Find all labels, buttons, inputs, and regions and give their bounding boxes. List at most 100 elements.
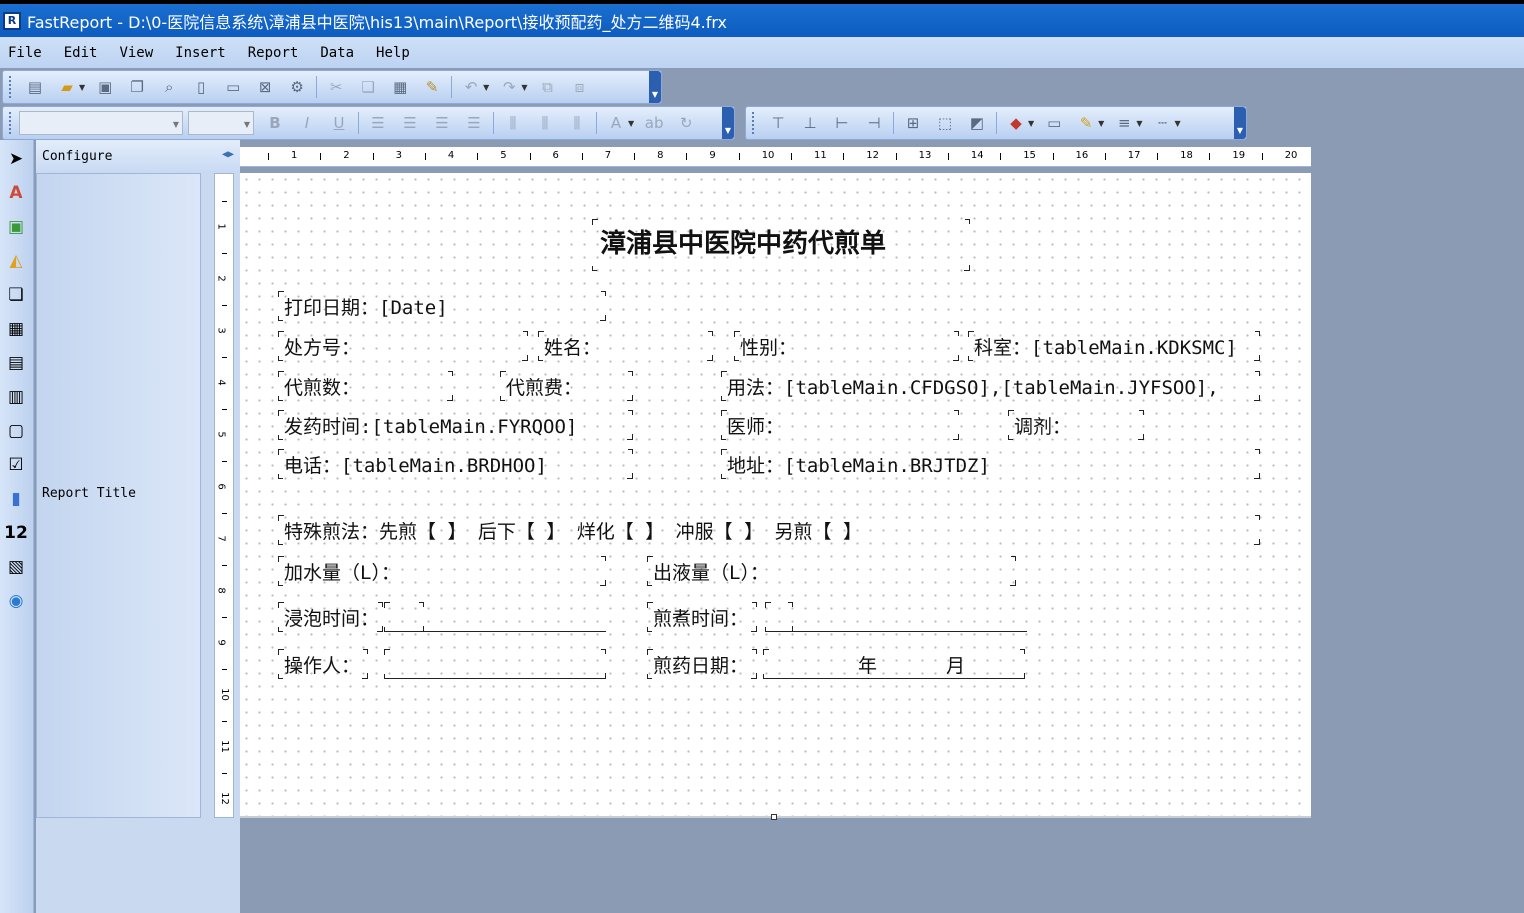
menu-report[interactable]: Report xyxy=(248,45,299,61)
frame-none-icon[interactable]: ⬚ xyxy=(933,111,957,135)
align-right-icon[interactable]: ☰ xyxy=(430,111,454,135)
textbox-operator[interactable]: 操作人： xyxy=(278,649,368,679)
operator-value-box[interactable] xyxy=(384,649,606,679)
frame-top-icon[interactable]: ⊤ xyxy=(766,111,790,135)
preview-icon[interactable]: ⌕ xyxy=(157,75,181,99)
subreport-icon[interactable]: ❏ xyxy=(3,282,29,308)
font-size-combo[interactable]: ▼ xyxy=(188,111,254,135)
textbox-special-method[interactable]: 特殊煎法：先煎【 】 后下【 】 烊化【 】 冲服【 】 另煎【 】 xyxy=(278,515,1260,545)
undo-icon[interactable]: ↶ xyxy=(459,75,483,99)
zip-object-icon[interactable]: ▧ xyxy=(3,554,29,580)
chevron-down-icon[interactable]: ▼ xyxy=(1028,119,1034,128)
shape-object-icon[interactable]: ◭ xyxy=(3,248,29,274)
frame-color-icon[interactable]: ✎ xyxy=(1074,111,1098,135)
select-pointer-icon[interactable]: ➤ xyxy=(3,146,29,172)
textbox-decoct-fee[interactable]: 代煎费： xyxy=(500,371,633,401)
picture-object-icon[interactable]: ▣ xyxy=(3,214,29,240)
toolbar-grip[interactable] xyxy=(752,112,756,134)
align-bottom-icon[interactable]: ⫼ xyxy=(565,111,589,135)
cut-icon[interactable]: ✂ xyxy=(324,75,348,99)
textbox-usage[interactable]: 用法：[tableMain.CFDGSO],[tableMain.JYFSOO]… xyxy=(721,371,1260,401)
frame-left-icon[interactable]: ⊢ xyxy=(830,111,854,135)
text-object-icon[interactable]: A xyxy=(3,180,29,206)
band-report-title[interactable]: Report Title xyxy=(42,486,136,501)
textbox-gender[interactable]: 性别： xyxy=(734,331,959,361)
chevron-down-icon[interactable]: ▼ xyxy=(521,83,527,92)
frame-width-icon[interactable]: ≡ xyxy=(1112,111,1136,135)
toolbar-options-icon[interactable]: ▼ xyxy=(649,71,661,103)
toolbar-grip[interactable] xyxy=(9,76,13,98)
save-all-icon[interactable]: ❐ xyxy=(125,75,149,99)
barcode-object-icon[interactable]: ▥ xyxy=(3,384,29,410)
justify-icon[interactable]: ☰ xyxy=(462,111,486,135)
redo-icon[interactable]: ↷ xyxy=(497,75,521,99)
new-icon[interactable]: ▤ xyxy=(23,75,47,99)
decoct-date-value-box[interactable]: 年 月 xyxy=(763,649,1025,679)
chevron-down-icon[interactable]: ▼ xyxy=(483,83,489,92)
boil-value-box[interactable] xyxy=(765,602,793,632)
menu-file[interactable]: File xyxy=(8,45,42,61)
menu-data[interactable]: Data xyxy=(320,45,354,61)
textbox-rx-no[interactable]: 处方号： xyxy=(278,331,528,361)
fill-color-icon[interactable]: ◆ xyxy=(1004,111,1028,135)
toolbar-grip[interactable] xyxy=(9,112,13,134)
paste-icon[interactable]: ▦ xyxy=(388,75,412,99)
rotate-icon[interactable]: ↻ xyxy=(674,111,698,135)
textbox-soak[interactable]: 浸泡时间： xyxy=(278,602,383,632)
menu-view[interactable]: View xyxy=(119,45,153,61)
italic-icon[interactable]: I xyxy=(295,111,319,135)
textbox-dept[interactable]: 科室：[tableMain.KDKSMC] xyxy=(968,331,1260,361)
soak-value-box[interactable] xyxy=(384,602,424,632)
highlight-icon[interactable]: ab xyxy=(642,111,666,135)
delete-page-icon[interactable]: ⊠ xyxy=(253,75,277,99)
chevron-down-icon[interactable]: ▼ xyxy=(1136,119,1142,128)
align-middle-icon[interactable]: ⫼ xyxy=(533,111,557,135)
checkbox-object-icon[interactable]: ☑ xyxy=(3,452,29,478)
menu-help[interactable]: Help xyxy=(376,45,410,61)
number-object-icon[interactable]: 12 xyxy=(3,520,29,546)
textbox-mixer[interactable]: 调剂： xyxy=(1008,410,1144,440)
textbox-boil[interactable]: 煎煮时间： xyxy=(647,602,757,632)
chart-object-icon[interactable]: ▮ xyxy=(3,486,29,512)
copy-icon[interactable]: ❏ xyxy=(356,75,380,99)
textbox-output[interactable]: 出液量（L）： xyxy=(647,556,1016,586)
band-resize-handle[interactable] xyxy=(771,814,777,820)
format-painter-icon[interactable]: ✎ xyxy=(420,75,444,99)
map-object-icon[interactable]: ◉ xyxy=(3,588,29,614)
matrix-object-icon[interactable]: ▤ xyxy=(3,350,29,376)
frame-right-icon[interactable]: ⊣ xyxy=(862,111,886,135)
align-top-icon[interactable]: ⫼ xyxy=(501,111,525,135)
chevron-down-icon[interactable]: ▼ xyxy=(1174,119,1180,128)
textbox-dispense-time[interactable]: 发药时间:[tableMain.FYRQOO] xyxy=(278,410,633,440)
underline-icon[interactable]: U xyxy=(327,111,351,135)
textbox-phone[interactable]: 电话：[tableMain.BRDHOO] xyxy=(278,449,633,479)
textbox-doctor[interactable]: 医师： xyxy=(721,410,959,440)
new-page-icon[interactable]: ▯ xyxy=(189,75,213,99)
frame-all-icon[interactable]: ⊞ xyxy=(901,111,925,135)
chevron-down-icon[interactable]: ▼ xyxy=(628,119,634,128)
menu-insert[interactable]: Insert xyxy=(175,45,226,61)
textbox-name[interactable]: 姓名： xyxy=(538,331,713,361)
textbox-decoct-date[interactable]: 煎药日期： xyxy=(647,649,757,679)
page-setup-icon[interactable]: ⚙ xyxy=(285,75,309,99)
fill-editor-icon[interactable]: ▭ xyxy=(1042,111,1066,135)
textbox-print-date[interactable]: 打印日期：[Date] xyxy=(278,291,606,321)
frame-shadow-icon[interactable]: ◩ xyxy=(965,111,989,135)
menu-edit[interactable]: Edit xyxy=(64,45,98,61)
font-color-icon[interactable]: A xyxy=(604,111,628,135)
richtext-object-icon[interactable]: ▢ xyxy=(3,418,29,444)
toolbar-options-icon[interactable]: ▼ xyxy=(1234,107,1246,139)
bold-icon[interactable]: B xyxy=(263,111,287,135)
save-icon[interactable]: ▣ xyxy=(93,75,117,99)
configure-header[interactable]: Configure ◀▶ xyxy=(36,140,240,172)
textbox-address[interactable]: 地址：[tableMain.BRJTDZ] xyxy=(721,449,1260,479)
align-left-icon[interactable]: ☰ xyxy=(366,111,390,135)
collapse-icon[interactable]: ◀▶ xyxy=(222,149,234,160)
ungroup-icon[interactable]: ⧈ xyxy=(567,75,591,99)
chevron-down-icon[interactable]: ▼ xyxy=(1098,119,1104,128)
frame-bottom-icon[interactable]: ⊥ xyxy=(798,111,822,135)
chevron-down-icon[interactable]: ▼ xyxy=(79,83,85,92)
textbox-water[interactable]: 加水量（L）： xyxy=(278,556,606,586)
group-icon[interactable]: ⧉ xyxy=(535,75,559,99)
open-icon[interactable]: ▰ xyxy=(55,75,79,99)
